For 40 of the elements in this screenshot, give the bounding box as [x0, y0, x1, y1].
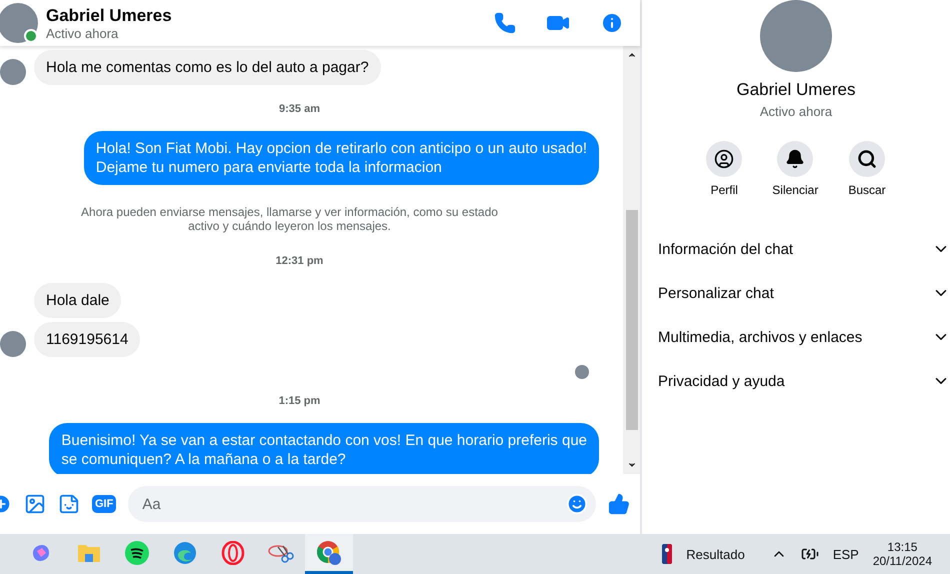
- ring-icon: [221, 540, 245, 564]
- message-input[interactable]: Aa: [140, 494, 566, 514]
- chat-section[interactable]: Información del chat: [642, 227, 950, 271]
- shield-icon[interactable]: [662, 544, 672, 564]
- clock[interactable]: 13:15 20/11/2024: [872, 540, 932, 568]
- timestamp: 1:15 pm: [278, 395, 322, 407]
- timestamp: 9:35 am: [278, 103, 321, 115]
- image-icon[interactable]: [24, 493, 46, 515]
- avatar[interactable]: [0, 3, 38, 43]
- phone-button[interactable]: [494, 12, 516, 34]
- search-icon: [857, 149, 877, 169]
- chat-section[interactable]: Privacidad y ayuda: [642, 359, 950, 403]
- bell-icon: [785, 149, 806, 169]
- chat-section[interactable]: Personalizar chat: [642, 271, 950, 315]
- profile-name: Gabriel Umeres: [736, 80, 856, 100]
- gif-button[interactable]: GIF: [92, 495, 116, 513]
- scrollbar[interactable]: [623, 46, 640, 474]
- wave-icon: [173, 540, 197, 564]
- message-field[interactable]: Aa: [128, 486, 596, 522]
- incoming-message: Hola me comentas como es lo del auto a pagar?: [34, 50, 381, 85]
- contact-status: Activo ahora: [46, 26, 120, 40]
- timestamp: 12:31 pm: [274, 255, 324, 267]
- language-indicator[interactable]: ESP: [832, 546, 859, 562]
- profile-status: Activo ahora: [760, 104, 832, 119]
- person-icon: [714, 149, 734, 169]
- info-button[interactable]: [600, 11, 624, 35]
- sticker-icon[interactable]: [58, 493, 80, 515]
- outgoing-message: Hola! Son Fiat Mobi. Hay opcion de retirarlo con anticipo o un auto usado! Dejame tu numero para enviarte toda la informacion: [84, 131, 599, 185]
- browser-icon: [316, 540, 342, 566]
- contact-name: Gabriel Umeres: [46, 6, 173, 26]
- seen-avatar: [575, 365, 589, 379]
- incoming-message: Hola dale: [34, 283, 122, 318]
- incoming-message: 1169195614: [34, 322, 140, 357]
- thumbs-up-icon[interactable]: [608, 493, 630, 515]
- smile-icon[interactable]: [566, 493, 588, 515]
- round-logo-icon: [125, 540, 149, 564]
- outgoing-message: Buenisimo! Ya se van a estar contactando con vos! En que horario preferis que se comuniquen? A la mañana o a la tarde?: [49, 423, 599, 474]
- system-notice: Ahora pueden enviarse mensajes, llamarse y ver información, como su estado activo y cuándo leyeron los mensajes.: [80, 205, 499, 233]
- chat-section[interactable]: Multimedia, archivos y enlaces: [642, 315, 950, 359]
- widget-label[interactable]: Resultado: [686, 546, 745, 562]
